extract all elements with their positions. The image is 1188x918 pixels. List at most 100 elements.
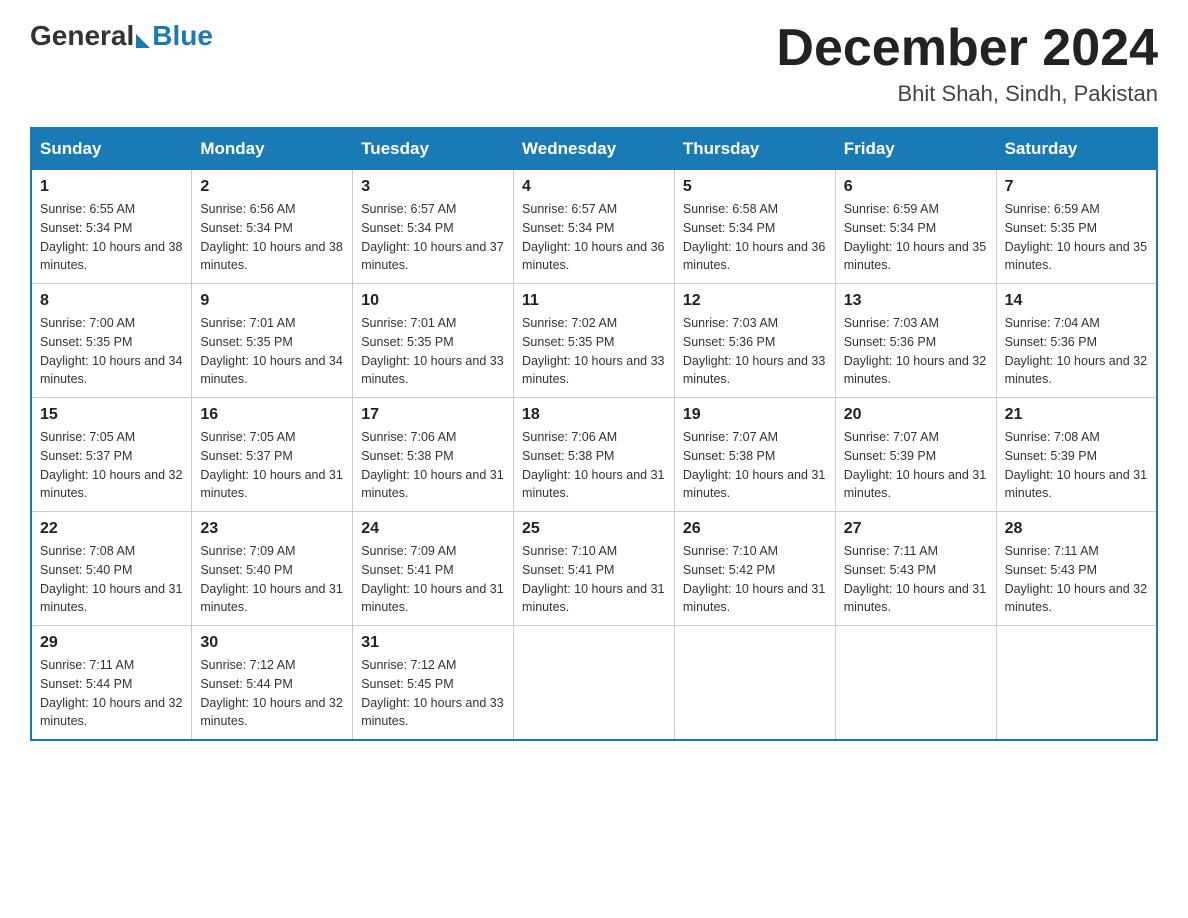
calendar-cell: 13 Sunrise: 7:03 AMSunset: 5:36 PMDayligh… [835, 284, 996, 398]
day-number: 25 [522, 520, 666, 538]
calendar-cell: 29 Sunrise: 7:11 AMSunset: 5:44 PMDayligh… [31, 626, 192, 741]
day-number: 16 [200, 406, 344, 424]
day-number: 24 [361, 520, 505, 538]
day-number: 30 [200, 634, 344, 652]
day-number: 14 [1005, 292, 1148, 310]
calendar-cell: 31 Sunrise: 7:12 AMSunset: 5:45 PMDayligh… [353, 626, 514, 741]
logo-general-text: General [30, 20, 134, 52]
day-info: Sunrise: 7:09 AMSunset: 5:40 PMDaylight:… [200, 542, 344, 617]
calendar-cell: 22Sunrise: 7:08 AMSunset: 5:40 PMDayligh… [31, 512, 192, 626]
location-title: Bhit Shah, Sindh, Pakistan [776, 81, 1158, 107]
day-number: 21 [1005, 406, 1148, 424]
calendar-cell: 23 Sunrise: 7:09 AMSunset: 5:40 PMDayligh… [192, 512, 353, 626]
day-number: 19 [683, 406, 827, 424]
page-header: General Blue December 2024 Bhit Shah, Si… [30, 20, 1158, 107]
day-info: Sunrise: 7:07 AMSunset: 5:39 PMDaylight:… [844, 428, 988, 503]
day-info: Sunrise: 7:09 AMSunset: 5:41 PMDaylight:… [361, 542, 505, 617]
logo: General Blue [30, 20, 213, 52]
day-number: 12 [683, 292, 827, 310]
day-info: Sunrise: 6:57 AMSunset: 5:34 PMDaylight:… [522, 200, 666, 275]
day-number: 17 [361, 406, 505, 424]
calendar-week-row: 22Sunrise: 7:08 AMSunset: 5:40 PMDayligh… [31, 512, 1157, 626]
day-info: Sunrise: 6:57 AMSunset: 5:34 PMDaylight:… [361, 200, 505, 275]
day-number: 5 [683, 178, 827, 196]
logo-blue-text: Blue [152, 20, 213, 52]
day-number: 29 [40, 634, 183, 652]
calendar-cell: 16 Sunrise: 7:05 AMSunset: 5:37 PMDayligh… [192, 398, 353, 512]
calendar-cell [514, 626, 675, 741]
day-info: Sunrise: 7:12 AMSunset: 5:45 PMDaylight:… [361, 656, 505, 731]
day-number: 15 [40, 406, 183, 424]
day-number: 20 [844, 406, 988, 424]
day-info: Sunrise: 7:08 AMSunset: 5:40 PMDaylight:… [40, 542, 183, 617]
day-info: Sunrise: 7:06 AMSunset: 5:38 PMDaylight:… [522, 428, 666, 503]
calendar-cell: 18Sunrise: 7:06 AMSunset: 5:38 PMDayligh… [514, 398, 675, 512]
day-info: Sunrise: 7:03 AMSunset: 5:36 PMDaylight:… [683, 314, 827, 389]
calendar-cell: 17 Sunrise: 7:06 AMSunset: 5:38 PMDayligh… [353, 398, 514, 512]
day-info: Sunrise: 6:56 AMSunset: 5:34 PMDaylight:… [200, 200, 344, 275]
title-section: December 2024 Bhit Shah, Sindh, Pakistan [776, 20, 1158, 107]
day-info: Sunrise: 7:03 AMSunset: 5:36 PMDaylight:… [844, 314, 988, 389]
calendar-cell: 9 Sunrise: 7:01 AMSunset: 5:35 PMDaylight… [192, 284, 353, 398]
calendar-cell [996, 626, 1157, 741]
day-info: Sunrise: 7:11 AMSunset: 5:43 PMDaylight:… [844, 542, 988, 617]
header-saturday: Saturday [996, 128, 1157, 170]
calendar-cell: 2Sunrise: 6:56 AMSunset: 5:34 PMDaylight… [192, 170, 353, 284]
calendar-cell: 19Sunrise: 7:07 AMSunset: 5:38 PMDayligh… [674, 398, 835, 512]
calendar-cell: 3 Sunrise: 6:57 AMSunset: 5:34 PMDaylight… [353, 170, 514, 284]
day-info: Sunrise: 7:10 AMSunset: 5:42 PMDaylight:… [683, 542, 827, 617]
day-info: Sunrise: 7:00 AMSunset: 5:35 PMDaylight:… [40, 314, 183, 389]
logo-arrow-icon [136, 34, 150, 48]
day-number: 4 [522, 178, 666, 196]
calendar-cell: 15Sunrise: 7:05 AMSunset: 5:37 PMDayligh… [31, 398, 192, 512]
month-title: December 2024 [776, 20, 1158, 77]
calendar-cell: 30 Sunrise: 7:12 AMSunset: 5:44 PMDayligh… [192, 626, 353, 741]
header-thursday: Thursday [674, 128, 835, 170]
day-number: 9 [200, 292, 344, 310]
day-info: Sunrise: 7:04 AMSunset: 5:36 PMDaylight:… [1005, 314, 1148, 389]
day-info: Sunrise: 7:12 AMSunset: 5:44 PMDaylight:… [200, 656, 344, 731]
calendar-cell: 10 Sunrise: 7:01 AMSunset: 5:35 PMDayligh… [353, 284, 514, 398]
calendar-cell [674, 626, 835, 741]
day-number: 3 [361, 178, 505, 196]
calendar-cell: 24 Sunrise: 7:09 AMSunset: 5:41 PMDayligh… [353, 512, 514, 626]
day-number: 6 [844, 178, 988, 196]
day-number: 28 [1005, 520, 1148, 538]
day-number: 11 [522, 292, 666, 310]
calendar-cell: 6 Sunrise: 6:59 AMSunset: 5:34 PMDaylight… [835, 170, 996, 284]
calendar-cell: 5Sunrise: 6:58 AMSunset: 5:34 PMDaylight… [674, 170, 835, 284]
day-info: Sunrise: 6:55 AMSunset: 5:34 PMDaylight:… [40, 200, 183, 275]
header-wednesday: Wednesday [514, 128, 675, 170]
calendar-cell [835, 626, 996, 741]
day-info: Sunrise: 7:08 AMSunset: 5:39 PMDaylight:… [1005, 428, 1148, 503]
calendar-cell: 28Sunrise: 7:11 AMSunset: 5:43 PMDayligh… [996, 512, 1157, 626]
day-number: 10 [361, 292, 505, 310]
day-info: Sunrise: 7:11 AMSunset: 5:44 PMDaylight:… [40, 656, 183, 731]
day-number: 31 [361, 634, 505, 652]
day-info: Sunrise: 6:59 AMSunset: 5:35 PMDaylight:… [1005, 200, 1148, 275]
day-info: Sunrise: 7:01 AMSunset: 5:35 PMDaylight:… [361, 314, 505, 389]
day-number: 8 [40, 292, 183, 310]
calendar-week-row: 29 Sunrise: 7:11 AMSunset: 5:44 PMDayligh… [31, 626, 1157, 741]
header-tuesday: Tuesday [353, 128, 514, 170]
calendar-cell: 7 Sunrise: 6:59 AMSunset: 5:35 PMDaylight… [996, 170, 1157, 284]
calendar-week-row: 1Sunrise: 6:55 AMSunset: 5:34 PMDaylight… [31, 170, 1157, 284]
calendar-cell: 26 Sunrise: 7:10 AMSunset: 5:42 PMDayligh… [674, 512, 835, 626]
header-monday: Monday [192, 128, 353, 170]
calendar-table: SundayMondayTuesdayWednesdayThursdayFrid… [30, 127, 1158, 741]
calendar-cell: 8 Sunrise: 7:00 AMSunset: 5:35 PMDaylight… [31, 284, 192, 398]
day-number: 26 [683, 520, 827, 538]
day-number: 7 [1005, 178, 1148, 196]
day-info: Sunrise: 7:06 AMSunset: 5:38 PMDaylight:… [361, 428, 505, 503]
day-info: Sunrise: 6:59 AMSunset: 5:34 PMDaylight:… [844, 200, 988, 275]
calendar-cell: 1Sunrise: 6:55 AMSunset: 5:34 PMDaylight… [31, 170, 192, 284]
day-info: Sunrise: 7:05 AMSunset: 5:37 PMDaylight:… [200, 428, 344, 503]
header-sunday: Sunday [31, 128, 192, 170]
day-info: Sunrise: 7:10 AMSunset: 5:41 PMDaylight:… [522, 542, 666, 617]
day-number: 23 [200, 520, 344, 538]
calendar-cell: 4 Sunrise: 6:57 AMSunset: 5:34 PMDaylight… [514, 170, 675, 284]
day-number: 13 [844, 292, 988, 310]
day-number: 27 [844, 520, 988, 538]
calendar-cell: 12 Sunrise: 7:03 AMSunset: 5:36 PMDayligh… [674, 284, 835, 398]
day-info: Sunrise: 7:01 AMSunset: 5:35 PMDaylight:… [200, 314, 344, 389]
